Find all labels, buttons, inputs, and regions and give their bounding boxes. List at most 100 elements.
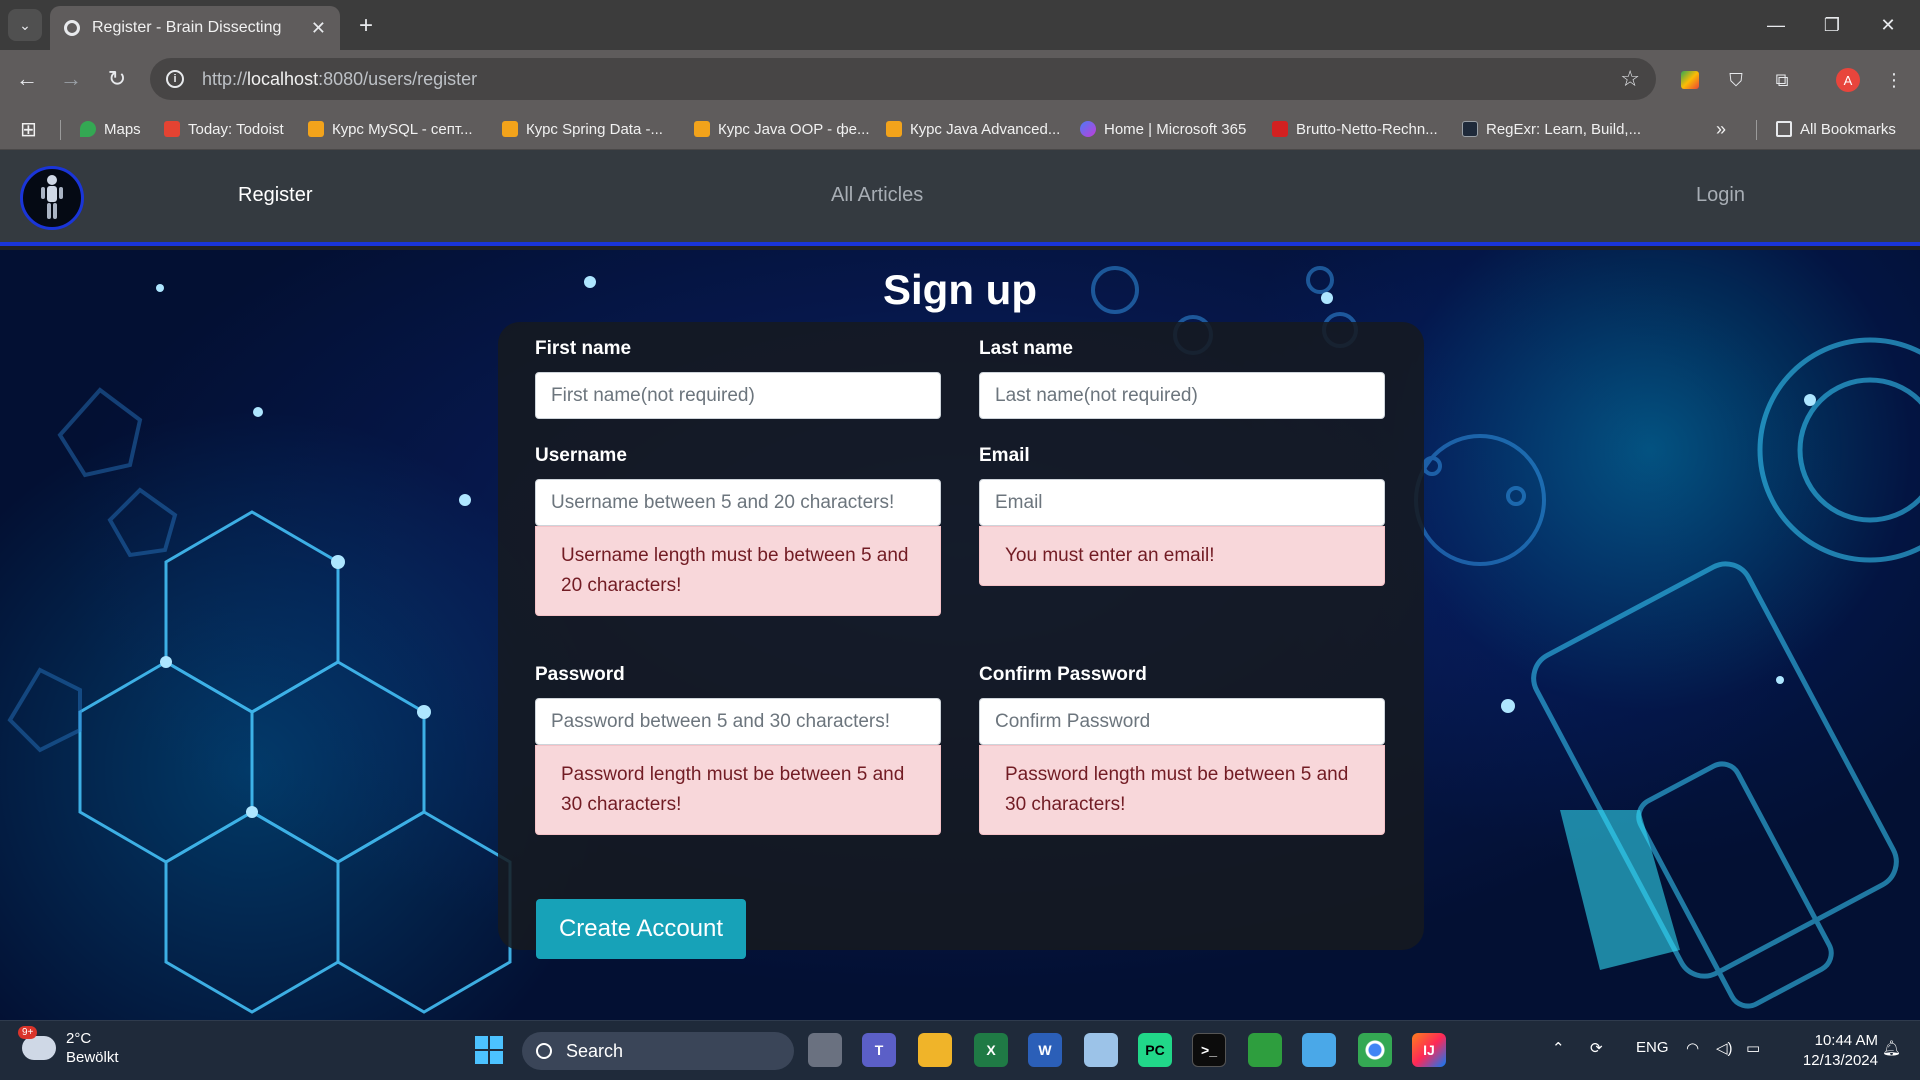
terminal-icon[interactable]: >_ (1192, 1033, 1226, 1067)
forward-arrow-icon[interactable]: → (56, 64, 86, 94)
bookmark-java-oop[interactable]: Курс Java OOP - фе... (694, 116, 870, 142)
bookmark-separator (1756, 120, 1757, 140)
minimize-window-button[interactable]: — (1748, 8, 1804, 42)
browser-menu-icon[interactable]: ⋮ (1880, 66, 1908, 94)
bookmark-java-advanced[interactable]: Курс Java Advanced... (886, 116, 1060, 142)
photos-icon[interactable] (1084, 1033, 1118, 1067)
email-label: Email (979, 445, 1030, 466)
language-indicator[interactable]: ENG (1636, 1039, 1669, 1056)
weather-condition-text: Bewölkt (66, 1049, 119, 1066)
extension-colorful-icon[interactable] (1676, 66, 1704, 94)
profile-avatar[interactable]: A (1834, 66, 1862, 94)
intellij-icon[interactable]: IJ (1412, 1033, 1446, 1067)
password-error-alert: Password length must be between 5 and 30… (535, 745, 941, 835)
system-clock[interactable]: 10:44 AM 12/13/2024 (1782, 1031, 1878, 1071)
pycharm-icon[interactable]: PC (1138, 1033, 1172, 1067)
microsoft-365-icon (1080, 121, 1096, 137)
apps-grid-icon[interactable]: ⊞ (20, 116, 37, 142)
bookmark-microsoft-365[interactable]: Home | Microsoft 365 (1080, 116, 1246, 142)
new-tab-button[interactable]: + (352, 12, 380, 40)
nav-all-articles-link[interactable]: All Articles (831, 184, 923, 207)
vpn-lock-icon[interactable] (1248, 1033, 1282, 1067)
back-arrow-icon[interactable]: ← (12, 64, 42, 94)
url-path: :8080/users/register (318, 68, 478, 89)
taskbar-search[interactable]: Search (522, 1032, 794, 1070)
file-explorer-icon[interactable] (918, 1033, 952, 1067)
all-bookmarks-button[interactable]: All Bookmarks (1776, 116, 1896, 142)
battery-icon[interactable]: ▭ (1746, 1039, 1760, 1057)
excel-icon[interactable]: X (974, 1033, 1008, 1067)
first-name-label: First name (535, 338, 632, 359)
cloud-weather-icon: 9+ (18, 1026, 56, 1060)
wifi-icon[interactable]: ◠ (1686, 1039, 1699, 1057)
search-label: Search (566, 1040, 624, 1061)
signup-form: First name Last name Username Username l… (498, 322, 1424, 959)
more-bookmarks-icon[interactable]: » (1716, 116, 1726, 142)
notepad-icon[interactable] (1302, 1033, 1336, 1067)
close-window-button[interactable]: ✕ (1860, 8, 1916, 42)
bookmark-label: RegExr: Learn, Build,... (1486, 120, 1642, 138)
bookmark-separator (60, 120, 61, 140)
tab-search-button[interactable]: ⌄ (8, 9, 42, 41)
todoist-icon (164, 121, 180, 137)
bookmark-spring-data[interactable]: Курс Spring Data -... (502, 116, 663, 142)
brutto-netto-icon (1272, 121, 1288, 137)
confirm-password-group: Confirm Password Password length must be… (979, 664, 1385, 835)
bookmark-label: Курс MySQL - септ... (332, 120, 473, 138)
username-input[interactable] (535, 479, 941, 526)
address-bar[interactable]: i http://localhost:8080/users/register ☆ (150, 58, 1656, 100)
regexr-icon (1462, 121, 1478, 137)
windows-start-icon[interactable] (472, 1033, 506, 1067)
confirm-password-error-alert: Password length must be between 5 and 30… (979, 745, 1385, 835)
username-group: Username Username length must be between… (535, 445, 941, 616)
all-bookmarks-label: All Bookmarks (1800, 120, 1896, 138)
confirm-password-input[interactable] (979, 698, 1385, 745)
notifications-bell-icon[interactable]: 🔔︎ (1882, 1039, 1901, 1057)
bookmark-mysql[interactable]: Курс MySQL - септ... (308, 116, 473, 142)
course-hex-icon (502, 121, 518, 137)
word-icon[interactable]: W (1028, 1033, 1062, 1067)
shield-extension-icon[interactable]: ⛉ (1722, 66, 1750, 94)
clock-time: 10:44 AM (1814, 1032, 1878, 1049)
sync-icon[interactable]: ⟳ (1590, 1039, 1603, 1057)
show-hidden-icons-icon[interactable]: ⌃ (1552, 1039, 1565, 1057)
confirm-password-label: Confirm Password (979, 664, 1147, 685)
volume-icon[interactable]: ◁) (1716, 1039, 1733, 1057)
hero-background: Sign up First name Last name Username Us… (0, 250, 1920, 1020)
teams-icon[interactable]: T (862, 1033, 896, 1067)
active-tab[interactable]: Register - Brain Dissecting ✕ (50, 6, 340, 50)
browser-tab-strip: ⌄ Register - Brain Dissecting ✕ + — ❐ ✕ (0, 0, 1920, 50)
bookmark-regexr[interactable]: RegExr: Learn, Build,... (1462, 116, 1641, 142)
site-info-icon[interactable]: i (166, 70, 184, 88)
nav-login-link[interactable]: Login (1696, 184, 1745, 207)
course-hex-icon (694, 121, 710, 137)
task-view-icon[interactable] (808, 1033, 842, 1067)
bookmark-todoist[interactable]: Today: Todoist (164, 116, 284, 142)
chrome-icon[interactable] (1358, 1033, 1392, 1067)
first-name-input[interactable] (535, 372, 941, 419)
password-group: Password Password length must be between… (535, 664, 941, 835)
bookmarks-bar: ⊞ Maps Today: Todoist Курс MySQL - септ.… (0, 108, 1920, 150)
weather-widget[interactable]: 9+ 2°C Bewölkt (18, 1026, 119, 1067)
reload-icon[interactable]: ↻ (102, 64, 132, 94)
email-input[interactable] (979, 479, 1385, 526)
extensions-puzzle-icon[interactable]: ⧉ (1768, 66, 1796, 94)
url-scheme: http:// (202, 68, 248, 89)
bookmark-maps[interactable]: Maps (80, 116, 141, 142)
site-logo[interactable] (20, 166, 84, 230)
bookmark-label: Brutto-Netto-Rechn... (1296, 120, 1438, 138)
bookmark-label: Курс Spring Data -... (526, 120, 663, 138)
page-title: Sign up (883, 266, 1037, 313)
email-error-alert: You must enter an email! (979, 526, 1385, 586)
username-label: Username (535, 445, 627, 466)
create-account-button[interactable]: Create Account (536, 899, 746, 959)
password-label: Password (535, 664, 625, 685)
bookmark-brutto-netto[interactable]: Brutto-Netto-Rechn... (1272, 116, 1438, 142)
nav-register-link[interactable]: Register (238, 184, 312, 207)
restore-window-button[interactable]: ❐ (1804, 8, 1860, 42)
close-tab-icon[interactable]: ✕ (311, 18, 326, 39)
bookmark-star-icon[interactable]: ☆ (1620, 66, 1640, 92)
last-name-input[interactable] (979, 372, 1385, 419)
password-input[interactable] (535, 698, 941, 745)
url-text[interactable]: http://localhost:8080/users/register (202, 69, 1620, 90)
